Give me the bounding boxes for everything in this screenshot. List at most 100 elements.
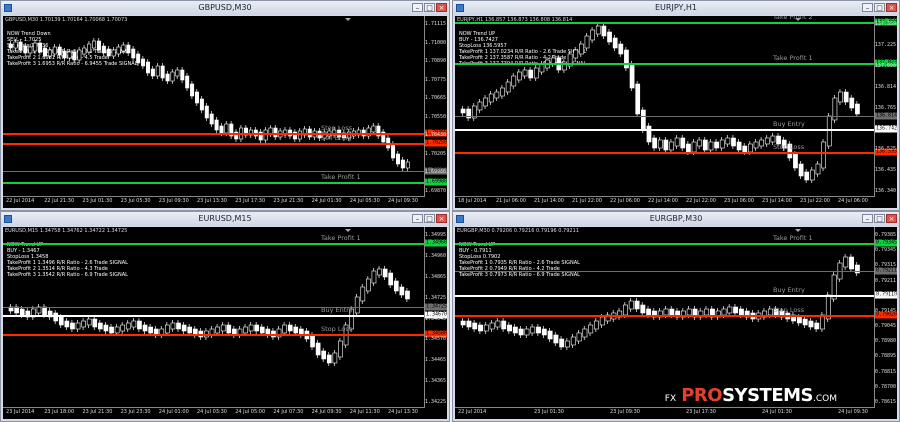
chart-icon xyxy=(4,4,12,12)
candle-bullish xyxy=(582,328,588,338)
price-tick-label: 0.79175 xyxy=(874,292,896,299)
candle-bearish xyxy=(101,45,106,54)
buy-entry-line[interactable] xyxy=(3,315,447,317)
time-axis[interactable]: 18 Jul 2014 21 Jul 06:00 21 Jul 14:00 21 Ju… xyxy=(455,196,875,208)
buy-entry-line[interactable] xyxy=(455,129,897,131)
window-title-bar[interactable]: EURGBP,M30 – □ × xyxy=(453,212,899,226)
take-profit-1-line[interactable] xyxy=(3,182,447,184)
candle-bullish xyxy=(759,139,765,147)
candle-bullish xyxy=(52,46,57,55)
price-axis[interactable]: 1.71115 1.71000 1.70890 1.70775 1.70665 1.705… xyxy=(424,16,447,197)
minimize-button[interactable]: – xyxy=(412,214,423,223)
chart-area[interactable]: EURUSD,M15 1.34758 1.34762 1.34722 1.347… xyxy=(3,227,447,419)
stop-loss-line[interactable] xyxy=(455,152,897,154)
price-plot[interactable]: GBPUSD,M30 1.70139 1.70164 1.70068 1.700… xyxy=(3,16,425,197)
candle-bearish xyxy=(714,141,719,149)
candle-bearish xyxy=(321,350,327,360)
price-plot[interactable]: EURGBP,M30 0.79206 0.79216 0.79196 0.792… xyxy=(455,227,875,408)
chart-window-eurjpy[interactable]: EURJPY,H1 – □ × EURJPY,H1 136.857 136.87… xyxy=(452,0,900,211)
candle-bearish xyxy=(160,65,165,79)
price-plot[interactable]: EURUSD,M15 1.34758 1.34762 1.34722 1.347… xyxy=(3,227,425,408)
candle-bearish xyxy=(400,159,405,169)
stop-loss-line[interactable] xyxy=(3,133,447,135)
candle-bearish xyxy=(109,326,114,334)
minimize-button[interactable]: – xyxy=(862,214,873,223)
price-tick-label: 1.70775 xyxy=(424,76,446,83)
candle-bearish xyxy=(624,49,629,69)
current-price-line[interactable] xyxy=(3,307,447,308)
time-tick-label: 23 Jul 22:00 xyxy=(800,198,830,204)
candle-bullish xyxy=(708,141,714,151)
price-axis[interactable]: 1.34995 1.34960 1.34865 1.34725 1.34645 1.345… xyxy=(424,227,447,408)
price-plot[interactable]: EURJPY,H1 136.857 136.873 136.808 136.81… xyxy=(455,16,875,197)
take-profit-2-line[interactable] xyxy=(455,22,897,24)
chart-area[interactable]: GBPUSD,M30 1.70139 1.70164 1.70068 1.700… xyxy=(3,16,447,208)
candle-bearish xyxy=(219,125,224,134)
sell-entry-line[interactable] xyxy=(3,143,447,145)
current-price-line[interactable] xyxy=(3,171,447,172)
maximize-button[interactable]: □ xyxy=(874,3,885,12)
candle-bullish xyxy=(121,44,126,52)
candle-bearish xyxy=(559,338,565,348)
chart-window-eurusd[interactable]: EURUSD,M15 – □ × EURUSD,M15 1.34758 1.34… xyxy=(0,211,450,422)
candle-bearish xyxy=(798,163,804,177)
price-tick-label: 136.435 xyxy=(874,167,896,174)
time-tick-label: 24 Jul 06:00 xyxy=(838,198,868,204)
minimize-button[interactable]: – xyxy=(412,3,423,12)
time-tick-label: 22 Jul 06:00 xyxy=(610,198,640,204)
buy-entry-line[interactable] xyxy=(455,295,897,297)
minimize-button[interactable]: – xyxy=(862,3,873,12)
price-axis[interactable]: 0.79385 0.79345 0.79315 0.79211 0.79175 0.791… xyxy=(874,227,897,408)
candle-bullish xyxy=(224,123,229,134)
candle-bullish xyxy=(175,69,180,77)
candle-bearish xyxy=(607,31,612,43)
price-tick-label: 1.34645 xyxy=(424,315,446,322)
candle-bullish xyxy=(579,43,584,55)
time-tick-label: 24 Jul 07:30 xyxy=(273,409,304,415)
window-title-bar[interactable]: EURUSD,M15 – □ × xyxy=(1,212,449,226)
take-profit-1-line[interactable] xyxy=(455,243,897,245)
time-tick-label: 22 Jul 2014 xyxy=(458,409,487,415)
candle-bullish xyxy=(533,67,539,79)
candle-bearish xyxy=(98,322,103,330)
time-axis[interactable]: 23 Jul 2014 23 Jul 18:00 23 Jul 21:30 23 Ju… xyxy=(3,407,425,419)
current-price-line[interactable] xyxy=(455,271,897,272)
candle-bearish xyxy=(512,326,518,334)
time-axis[interactable]: 22 Jul 2014 22 Jul 21:30 23 Jul 01:30 23 Ju… xyxy=(3,196,425,208)
close-button[interactable]: × xyxy=(436,214,447,223)
take-profit-1-line[interactable] xyxy=(455,63,897,65)
candle-bearish xyxy=(43,47,48,57)
window-title-bar[interactable]: GBPUSD,M30 – □ × xyxy=(1,1,449,15)
candle-bearish xyxy=(180,69,185,81)
maximize-button[interactable]: □ xyxy=(874,214,885,223)
close-button[interactable]: × xyxy=(886,214,897,223)
price-tick-label: 1.69980 xyxy=(424,169,446,176)
chart-window-gbpusd[interactable]: GBPUSD,M30 – □ × GBPUSD,M30 1.70139 1.70… xyxy=(0,0,450,211)
window-title-bar[interactable]: EURJPY,H1 – □ × xyxy=(453,1,899,15)
close-button[interactable]: × xyxy=(886,3,897,12)
current-price-line[interactable] xyxy=(455,116,897,117)
candle-bullish xyxy=(511,75,517,87)
take-profit-1-line[interactable] xyxy=(3,243,447,245)
time-tick-label: 23 Jul 09:30 xyxy=(158,198,189,204)
candle-bearish xyxy=(142,324,148,332)
candle-bullish xyxy=(13,41,18,49)
stop-loss-line[interactable] xyxy=(3,334,447,336)
candle-bullish xyxy=(517,71,522,81)
chart-area[interactable]: EURJPY,H1 136.857 136.873 136.808 136.81… xyxy=(455,16,897,208)
candle-bullish xyxy=(843,256,849,268)
price-axis[interactable]: 137.359 137.225 137.090 136.814 136.765 136.6… xyxy=(874,16,897,197)
close-button[interactable]: × xyxy=(436,3,447,12)
chart-area[interactable]: EURGBP,M30 0.79206 0.79216 0.79196 0.792… xyxy=(455,227,897,419)
price-tick-label: 1.34225 xyxy=(424,399,446,405)
candle-bullish xyxy=(657,139,663,149)
price-tick-label: 1.70205 xyxy=(424,150,446,157)
candle-bullish xyxy=(725,137,731,145)
candle-bullish xyxy=(366,278,371,292)
stop-loss-line[interactable] xyxy=(455,315,897,317)
maximize-button[interactable]: □ xyxy=(424,214,435,223)
candle-bearish xyxy=(640,109,646,131)
time-axis[interactable]: 22 Jul 2014 23 Jul 01:30 23 Jul 09:30 23 Ju… xyxy=(455,407,875,419)
chart-window-eurgbp[interactable]: EURGBP,M30 – □ × EURGBP,M30 0.79206 0.79… xyxy=(452,211,900,422)
maximize-button[interactable]: □ xyxy=(424,3,435,12)
